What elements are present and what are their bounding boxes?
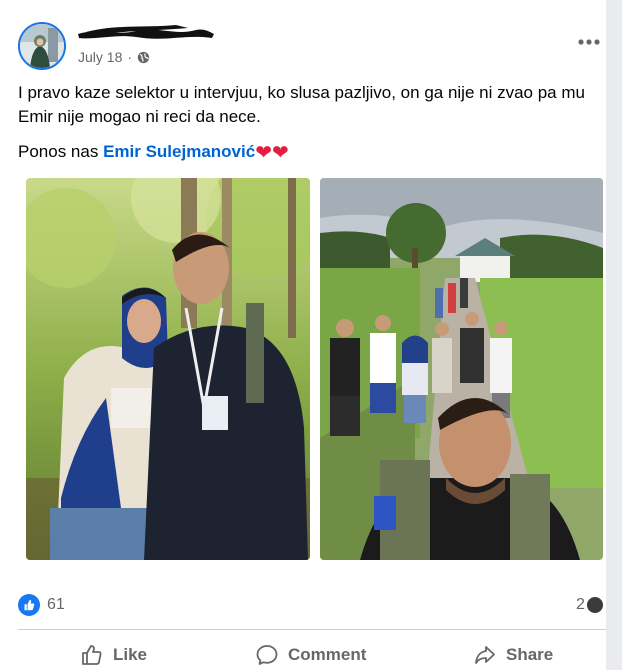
author-avatar[interactable] <box>18 22 66 70</box>
more-options-icon[interactable] <box>572 30 606 54</box>
like-button[interactable]: Like <box>80 640 147 670</box>
thumbs-up-icon <box>82 645 102 665</box>
page-background-edge <box>606 0 622 670</box>
commenter-avatar <box>586 597 603 613</box>
action-divider <box>18 629 606 630</box>
share-label: Share <box>506 645 554 664</box>
reactions-summary[interactable]: 61 <box>18 594 65 616</box>
like-count: 61 <box>47 596 65 613</box>
share-button[interactable]: Share <box>473 640 553 670</box>
avatar-image <box>20 24 64 68</box>
comment-label: Comment <box>288 645 367 664</box>
speech-bubble-icon <box>256 645 278 665</box>
post-meta: July 18 · <box>78 49 150 65</box>
comment-button[interactable]: Comment <box>255 640 366 670</box>
photo-right-image <box>320 178 603 560</box>
post-card: July 18 · I pravo kaze selektor u interv… <box>0 0 606 670</box>
like-label: Like <box>113 645 148 664</box>
photo-left-image <box>26 178 310 560</box>
like-reaction-icon <box>18 594 40 616</box>
share-arrow-icon <box>475 646 495 664</box>
comment-count[interactable]: 2 <box>576 596 603 614</box>
photo-right[interactable] <box>320 178 603 560</box>
meta-separator: · <box>127 49 133 65</box>
photo-left[interactable] <box>26 178 310 560</box>
mention-link[interactable]: Emir Sulejmanović <box>103 142 255 161</box>
post-text-prefix: Ponos nas <box>18 142 104 161</box>
globe-icon <box>137 51 150 63</box>
author-name-redacted[interactable] <box>76 22 216 44</box>
post-text: I pravo kaze selektor u intervjuu, ko sl… <box>18 83 585 126</box>
comment-count-value: 2 <box>576 596 585 613</box>
heart-emoji: ❤❤ <box>255 142 289 164</box>
post-text-mention-line: Ponos nas Emir Sulejmanović❤❤ <box>18 140 289 164</box>
post-date[interactable]: July 18 <box>78 49 122 65</box>
